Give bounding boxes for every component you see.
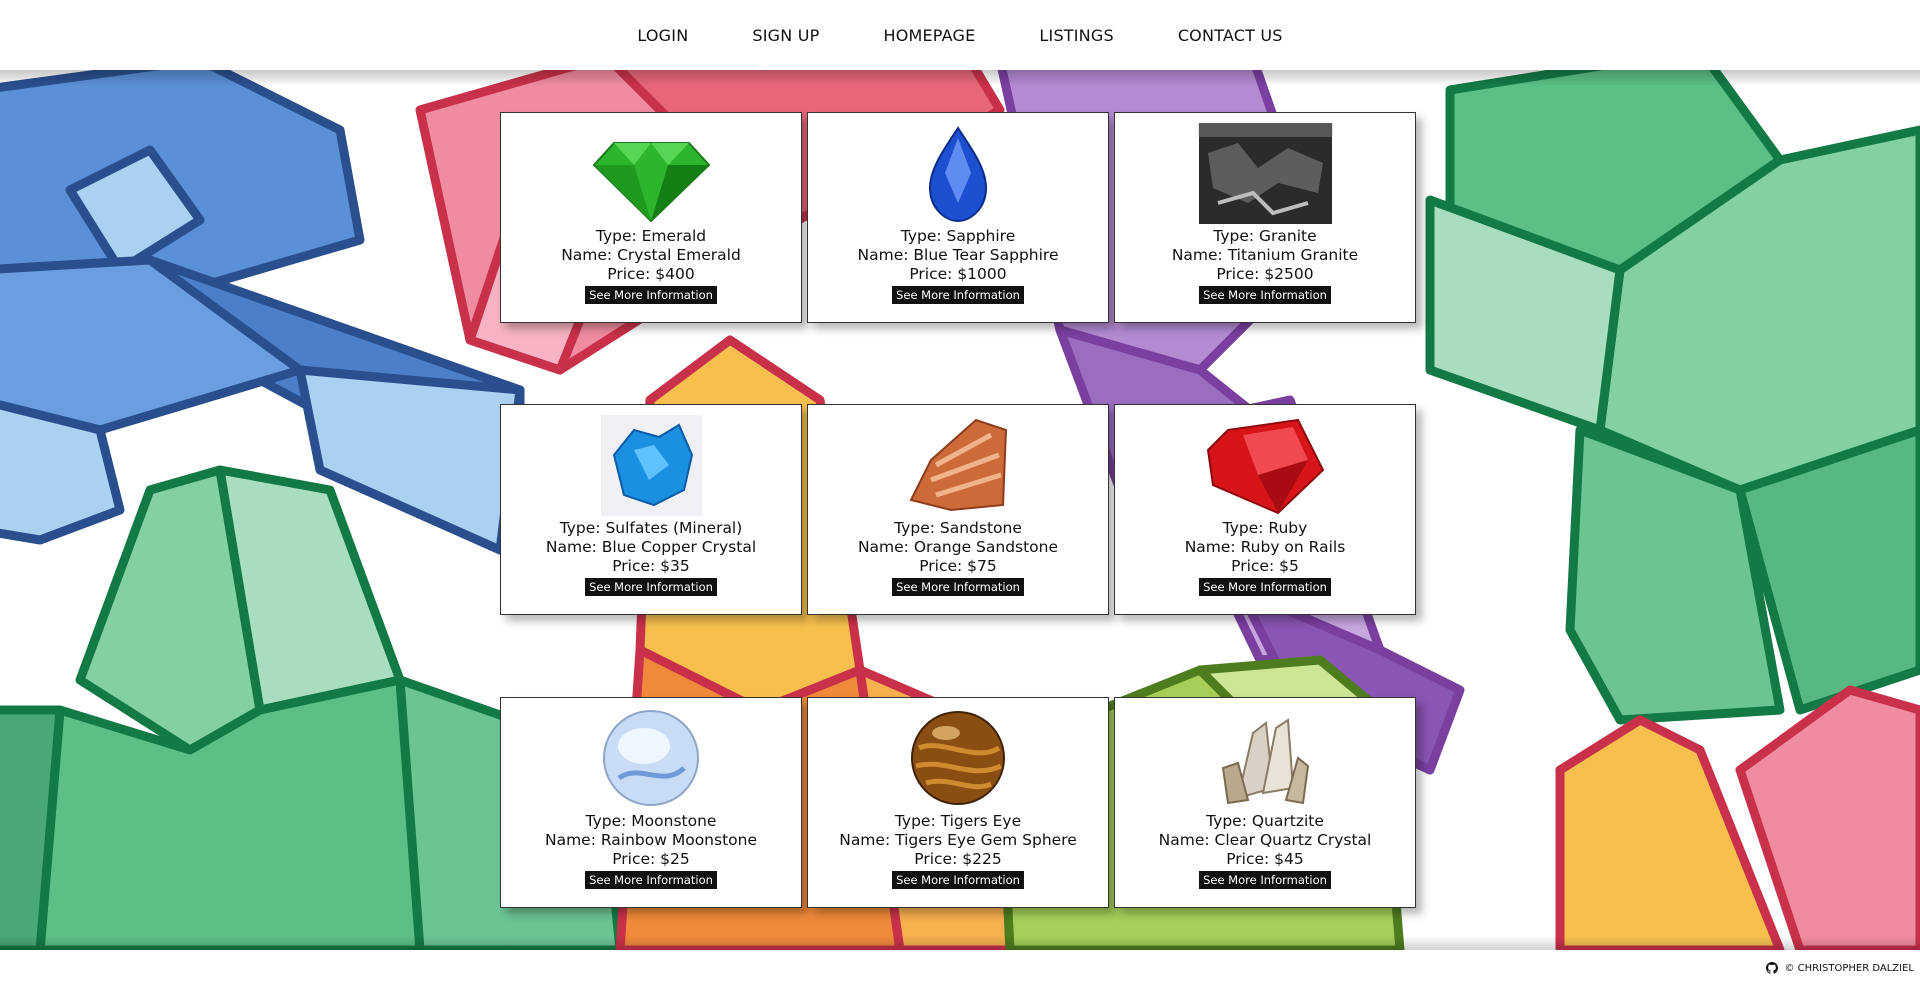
nav-contact-us[interactable]: CONTACT US <box>1178 26 1283 45</box>
see-more-button[interactable]: See More Information <box>892 871 1024 889</box>
moonstone-icon <box>584 708 719 809</box>
see-more-button[interactable]: See More Information <box>585 871 717 889</box>
listing-price: Price: $45 <box>1226 850 1304 868</box>
nav-sign-up[interactable]: SIGN UP <box>752 26 819 45</box>
listing-type: Type: Moonstone <box>585 812 717 830</box>
listing-name: Name: Titanium Granite <box>1171 246 1359 264</box>
listing-name: Name: Crystal Emerald <box>561 246 741 264</box>
nav-listings[interactable]: LISTINGS <box>1039 26 1113 45</box>
background-top-shadow <box>0 70 1920 86</box>
listing-card: Type: Sulfates (Mineral) Name: Blue Copp… <box>500 404 802 615</box>
see-more-button[interactable]: See More Information <box>892 578 1024 596</box>
top-navigation: LOGIN SIGN UP HOMEPAGE LISTINGS CONTACT … <box>0 0 1920 70</box>
listing-type: Type: Tigers Eye <box>894 812 1022 830</box>
listing-price: Price: $1000 <box>909 265 1007 283</box>
listing-type: Type: Sandstone <box>894 519 1022 537</box>
listing-type: Type: Sapphire <box>900 227 1016 245</box>
see-more-button[interactable]: See More Information <box>1199 578 1331 596</box>
listing-price: Price: $75 <box>919 557 997 575</box>
listing-price: Price: $400 <box>607 265 695 283</box>
sandstone-icon <box>891 415 1026 516</box>
listing-card: Type: Granite Name: Titanium Granite Pri… <box>1114 112 1416 323</box>
see-more-button[interactable]: See More Information <box>892 286 1024 304</box>
granite-icon <box>1197 123 1333 224</box>
listing-card: Type: Moonstone Name: Rainbow Moonstone … <box>500 697 802 908</box>
listing-price: Price: $225 <box>914 850 1002 868</box>
listing-type: Type: Emerald <box>595 227 707 245</box>
ruby-icon <box>1198 415 1333 516</box>
quartz-icon <box>1198 708 1333 809</box>
listing-price: Price: $25 <box>612 850 690 868</box>
listing-card: Type: Sandstone Name: Orange Sandstone P… <box>807 404 1109 615</box>
listing-name: Name: Ruby on Rails <box>1184 538 1346 556</box>
listing-type: Type: Ruby <box>1222 519 1308 537</box>
sapphire-icon <box>891 123 1026 224</box>
listing-type: Type: Granite <box>1213 227 1317 245</box>
listing-type: Type: Quartzite <box>1206 812 1324 830</box>
listing-name: Name: Blue Copper Crystal <box>545 538 757 556</box>
emerald-icon <box>584 123 719 224</box>
tigers-eye-icon <box>891 708 1026 809</box>
listing-price: Price: $2500 <box>1216 265 1314 283</box>
listing-card: Type: Tigers Eye Name: Tigers Eye Gem Sp… <box>807 697 1109 908</box>
listing-name: Name: Tigers Eye Gem Sphere <box>839 831 1077 849</box>
listing-type: Type: Sulfates (Mineral) <box>559 519 743 537</box>
nav-login[interactable]: LOGIN <box>637 26 688 45</box>
listing-card: Type: Ruby Name: Ruby on Rails Price: $5… <box>1114 404 1416 615</box>
listing-name: Name: Rainbow Moonstone <box>544 831 758 849</box>
github-icon[interactable] <box>1766 962 1779 974</box>
listing-card: Type: Quartzite Name: Clear Quartz Cryst… <box>1114 697 1416 908</box>
listing-price: Price: $35 <box>612 557 690 575</box>
listing-name: Name: Orange Sandstone <box>857 538 1059 556</box>
footer: © CHRISTOPHER DALZIEL <box>1766 962 1914 974</box>
listing-card: Type: Sapphire Name: Blue Tear Sapphire … <box>807 112 1109 323</box>
listing-card: Type: Emerald Name: Crystal Emerald Pric… <box>500 112 802 323</box>
see-more-button[interactable]: See More Information <box>1199 286 1331 304</box>
listing-name: Name: Blue Tear Sapphire <box>857 246 1059 264</box>
see-more-button[interactable]: See More Information <box>585 578 717 596</box>
nav-homepage[interactable]: HOMEPAGE <box>883 26 975 45</box>
listing-name: Name: Clear Quartz Crystal <box>1158 831 1372 849</box>
listing-price: Price: $5 <box>1231 557 1299 575</box>
see-more-button[interactable]: See More Information <box>1199 871 1331 889</box>
background-bottom-shadow <box>0 936 1920 950</box>
blue-copper-icon <box>584 415 719 516</box>
see-more-button[interactable]: See More Information <box>585 286 717 304</box>
copyright-text: © CHRISTOPHER DALZIEL <box>1784 962 1914 974</box>
